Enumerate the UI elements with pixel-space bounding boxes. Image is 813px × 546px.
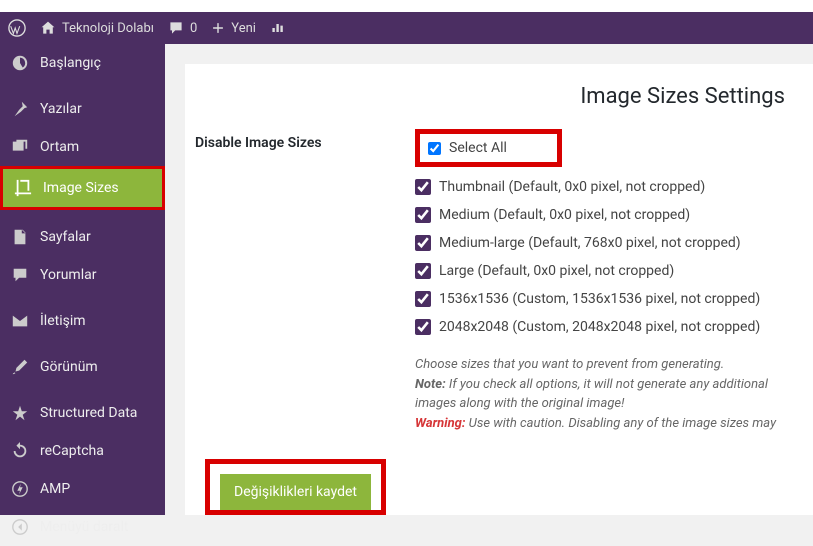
plus-icon (211, 21, 225, 35)
star-icon (10, 403, 30, 423)
sizes-field-group: Select All Thumbnail (Default, 0x0 pixel… (415, 129, 793, 433)
disable-sizes-row: Disable Image Sizes Select All Thumbnail… (195, 129, 793, 433)
mail-icon (10, 311, 30, 331)
new-label: Yeni (231, 21, 256, 36)
home-icon (40, 20, 56, 36)
size-label: Large (Default, 0x0 pixel, not cropped) (439, 263, 674, 279)
select-all-highlight: Select All (415, 129, 562, 167)
wp-logo[interactable] (8, 19, 26, 37)
settings-panel: Image Sizes Settings Disable Image Sizes… (185, 64, 813, 515)
page-icon (10, 227, 30, 247)
select-all-label: Select All (449, 140, 507, 156)
sidebar-item-label: Yazılar (40, 101, 82, 117)
media-icon (10, 137, 30, 157)
section-label: Disable Image Sizes (195, 129, 375, 433)
note-label: Note: (415, 377, 446, 392)
size-checkbox-medium[interactable] (415, 207, 431, 223)
size-checkbox-thumbnail[interactable] (415, 179, 431, 195)
admin-sidebar: Başlangıç Yazılar Ortam Image Sizes Sayf… (0, 44, 165, 515)
size-checkbox-2048[interactable] (415, 319, 431, 335)
save-highlight: Değişiklikleri kaydet (205, 459, 386, 515)
sidebar-item-label: Ortam (40, 139, 79, 155)
wordpress-icon (8, 19, 26, 37)
size-row: Thumbnail (Default, 0x0 pixel, not cropp… (415, 173, 793, 201)
size-label: Thumbnail (Default, 0x0 pixel, not cropp… (439, 179, 705, 195)
sidebar-item-pages[interactable]: Sayfalar (0, 218, 165, 256)
comment-icon (10, 265, 30, 285)
size-label: 1536x1536 (Custom, 1536x1536 pixel, not … (439, 291, 760, 307)
sidebar-item-structured-data[interactable]: Structured Data (0, 394, 165, 432)
size-row: Large (Default, 0x0 pixel, not cropped) (415, 257, 793, 285)
admin-bar: Teknoloji Dolabı 0 Yeni (0, 12, 813, 44)
sidebar-item-contact[interactable]: İletişim (0, 302, 165, 340)
size-label: 2048x2048 (Custom, 2048x2048 pixel, not … (439, 319, 760, 335)
window-chrome (0, 0, 813, 12)
sidebar-item-posts[interactable]: Yazılar (0, 90, 165, 128)
sidebar-item-dashboard[interactable]: Başlangıç (0, 44, 165, 82)
size-label: Medium-large (Default, 768x0 pixel, not … (439, 235, 741, 251)
dashboard-icon (10, 53, 30, 73)
comments-link[interactable]: 0 (168, 20, 197, 36)
sidebar-item-label: reCaptcha (40, 443, 104, 459)
new-content-link[interactable]: Yeni (211, 21, 256, 36)
pin-icon (10, 99, 30, 119)
help-text: Choose sizes that you want to prevent fr… (415, 355, 793, 433)
page-title: Image Sizes Settings (195, 84, 793, 109)
site-link[interactable]: Teknoloji Dolabı (40, 20, 154, 36)
refresh-icon (10, 441, 30, 461)
size-checkbox-medium-large[interactable] (415, 235, 431, 251)
note-text: If you check all options, it will not ge… (415, 377, 768, 412)
amp-icon (10, 479, 30, 499)
sidebar-item-label: Görünüm (40, 359, 98, 375)
sidebar-item-label: İletişim (40, 313, 86, 329)
sidebar-collapse[interactable]: Menüyü daralt (0, 508, 165, 546)
stats-icon (270, 20, 286, 36)
collapse-icon (10, 517, 30, 537)
sidebar-item-amp[interactable]: AMP (0, 470, 165, 508)
size-row: 1536x1536 (Custom, 1536x1536 pixel, not … (415, 285, 793, 313)
select-all-checkbox[interactable] (428, 142, 441, 155)
site-name: Teknoloji Dolabı (62, 21, 154, 36)
sidebar-item-image-sizes[interactable]: Image Sizes (3, 169, 162, 207)
brush-icon (10, 357, 30, 377)
sidebar-item-recaptcha[interactable]: reCaptcha (0, 432, 165, 470)
sidebar-item-label: Structured Data (40, 405, 137, 421)
sidebar-item-label: AMP (40, 481, 70, 497)
content-area: Image Sizes Settings Disable Image Sizes… (165, 44, 813, 515)
sidebar-item-label: Yorumlar (40, 267, 96, 283)
warning-text: Use with caution. Disabling any of the i… (465, 416, 776, 431)
size-label: Medium (Default, 0x0 pixel, not cropped) (439, 207, 690, 223)
sidebar-item-comments[interactable]: Yorumlar (0, 256, 165, 294)
sidebar-item-label: Image Sizes (43, 180, 119, 196)
size-row: Medium (Default, 0x0 pixel, not cropped) (415, 201, 793, 229)
size-checkbox-1536[interactable] (415, 291, 431, 307)
sidebar-item-media[interactable]: Ortam (0, 128, 165, 166)
sidebar-item-label: Sayfalar (40, 229, 91, 245)
warning-label: Warning: (415, 416, 465, 431)
sidebar-item-appearance[interactable]: Görünüm (0, 348, 165, 386)
save-button[interactable]: Değişiklikleri kaydet (220, 474, 371, 510)
size-checkbox-large[interactable] (415, 263, 431, 279)
size-row: 2048x2048 (Custom, 2048x2048 pixel, not … (415, 313, 793, 341)
comments-count: 0 (190, 21, 197, 36)
sidebar-item-label: Başlangıç (40, 55, 101, 71)
comment-icon (168, 20, 184, 36)
hint-intro: Choose sizes that you want to prevent fr… (415, 355, 793, 375)
crop-icon (13, 178, 33, 198)
stats-link[interactable] (270, 20, 286, 36)
sidebar-item-label: Menüyü daralt (40, 519, 129, 535)
size-row: Medium-large (Default, 768x0 pixel, not … (415, 229, 793, 257)
